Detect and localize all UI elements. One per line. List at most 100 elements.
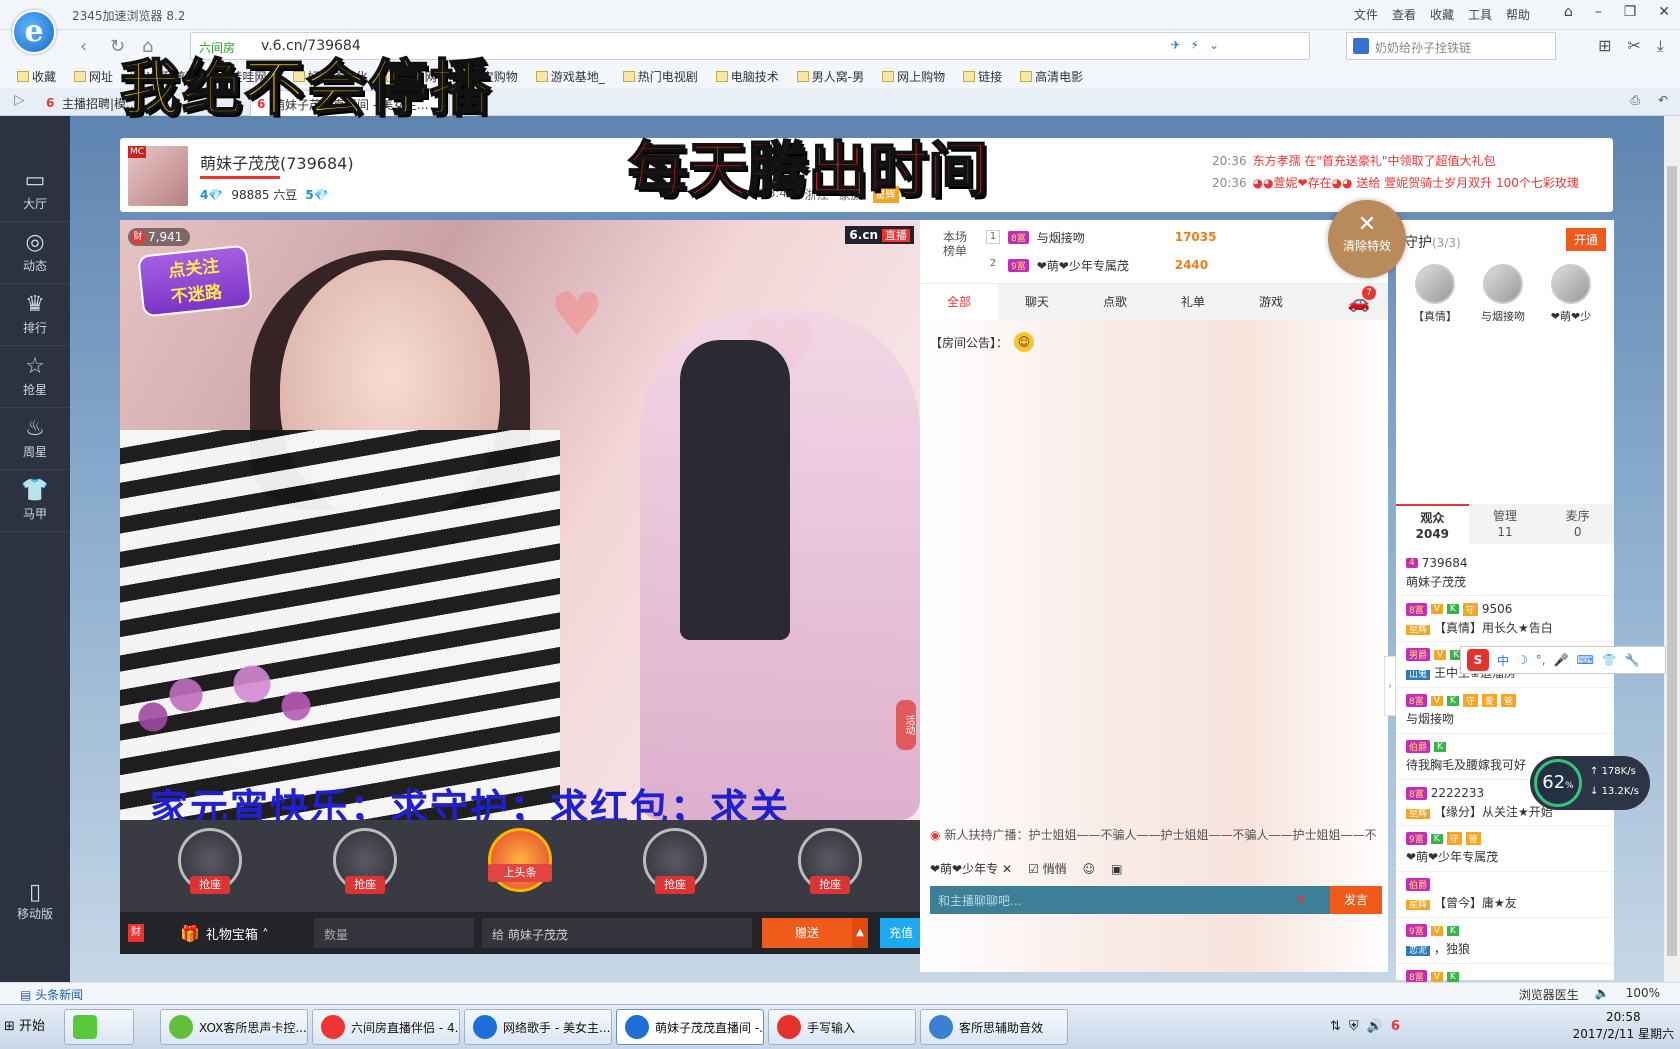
sogou-icon[interactable]: S	[1467, 649, 1489, 671]
send-gift-button[interactable]: 赠送	[762, 918, 852, 948]
download-icon[interactable]: ⤓	[1657, 36, 1664, 56]
taskbar-item[interactable]: 网络歌手 - 美女主...	[464, 1009, 612, 1045]
grab-seat-button[interactable]: 抢座	[655, 876, 695, 894]
start-button[interactable]: ⊞ 开始	[4, 1015, 45, 1034]
bookmark-item[interactable]: 游戏基地_	[527, 64, 614, 88]
wealth-icon[interactable]: 财	[128, 924, 144, 942]
rocket-icon[interactable]: ✈	[1170, 38, 1180, 52]
minimize-button[interactable]: –	[1595, 4, 1602, 20]
dropdown-icon[interactable]: ⌄	[1209, 38, 1219, 52]
sidebar-item[interactable]: ♨ 周星	[0, 408, 70, 470]
headline-seat[interactable]: 上头条	[470, 828, 570, 908]
chat-tab[interactable]: 游戏	[1232, 284, 1310, 320]
follow-button[interactable]: 点关注 不迷路	[137, 244, 253, 318]
taskbar-item[interactable]: 萌妹子茂茂直播间 -...	[616, 1009, 764, 1045]
sidebar-item[interactable]: ◎ 动态	[0, 222, 70, 284]
collapse-panel-button[interactable]: ›	[1384, 656, 1396, 716]
whisper-checkbox[interactable]: ☑ 悄悄	[1028, 860, 1067, 877]
grab-seat-button[interactable]: 抢座	[190, 876, 230, 894]
target-user[interactable]: ❤萌❤少年专 ✕	[930, 860, 1012, 877]
apps-icon[interactable]: ⊞	[1598, 36, 1611, 56]
news-item[interactable]: 20:36 ◕◕萱妮❤存在◕◕ 送给 萱妮贺骑士岁月双升 100个七彩玫瑰	[1212, 172, 1579, 194]
activity-tab[interactable]: 活动	[896, 700, 916, 750]
page-scrollbar[interactable]	[1664, 116, 1680, 982]
grab-seat-button[interactable]: 上头条	[488, 864, 552, 882]
bookmark-item[interactable]: 网上购物	[873, 64, 954, 88]
send-options-dropdown[interactable]: ▲	[852, 918, 868, 948]
sidebar-item[interactable]: ▭ 大厅	[0, 160, 70, 222]
guard-member[interactable]: 与烟接吻	[1478, 264, 1528, 324]
lightning-icon[interactable]: ⚡	[1191, 38, 1199, 52]
volume-icon[interactable]: 🔈	[1595, 986, 1610, 1003]
shield-icon[interactable]: ⛨	[1349, 1019, 1359, 1034]
sidebar-toggle-icon[interactable]: ▷	[14, 92, 25, 108]
moon-icon[interactable]: ☽	[1517, 653, 1528, 667]
taskbar-item[interactable]: 客所思辅助音效	[920, 1009, 1068, 1045]
video-player[interactable]: ♥ ♥ ♥ ♥ 财7,941 6.cn直播 点关注不迷路 活动 家元宵快乐；求守…	[120, 220, 920, 820]
rank-row[interactable]: 1 8富 与烟接吻 17035	[986, 224, 1286, 250]
network-icon[interactable]: ⇅	[1330, 1019, 1341, 1034]
image-icon[interactable]: ▣	[1111, 862, 1122, 876]
rank-row[interactable]: 2 9富 ❤萌❤少年专属茂 2440	[986, 252, 1286, 278]
menu-tools[interactable]: 工具	[1468, 6, 1492, 23]
chat-tab[interactable]: 聊天	[998, 284, 1076, 320]
zoom-level[interactable]: 100%	[1626, 986, 1660, 1003]
guard-member[interactable]: ❤萌❤少	[1546, 264, 1596, 324]
browser-doctor-button[interactable]: 浏览器医生	[1519, 986, 1579, 1003]
recharge-button[interactable]: 充值	[880, 918, 922, 948]
close-button[interactable]: ✕	[1658, 4, 1670, 20]
search-box[interactable]: 奶奶给孙子拴铁链	[1346, 32, 1556, 60]
search-input[interactable]: 奶奶给孙子拴铁链	[1375, 39, 1471, 56]
ime-chinese-mode[interactable]: 中	[1497, 652, 1509, 669]
clear-effects-button[interactable]: ✕ 清除特效	[1328, 200, 1406, 278]
bookmark-item[interactable]: 男人窝-男	[788, 64, 873, 88]
network-speed-widget[interactable]: 62% ↑ 178K/s ↓ 13.2K/s	[1530, 756, 1650, 810]
headline-news-link[interactable]: ▤ 头条新闻	[20, 986, 83, 1003]
scissors-icon[interactable]: ✂	[1628, 36, 1641, 56]
audience-item[interactable]: 9富 V K 恋泥 ，独狼	[1396, 918, 1614, 964]
ime-toolbar[interactable]: S 中 ☽ °, 🎤 ⌨ 👕 🔧	[1460, 646, 1666, 674]
menu-help[interactable]: 帮助	[1506, 6, 1530, 23]
emoji-icon[interactable]: ☺	[1083, 862, 1096, 876]
iqiyi-icon[interactable]	[64, 1009, 134, 1045]
microphone-icon[interactable]: 🎤	[1554, 653, 1569, 667]
scroll-thumb[interactable]	[1667, 166, 1677, 956]
audience-item[interactable]: 4 739684 萌妹子茂茂	[1396, 550, 1614, 596]
recipient-select[interactable]: 给 萌妹子茂茂	[482, 918, 752, 948]
audience-item[interactable]: 8富 V K 守爱管与烟接吻	[1396, 688, 1614, 734]
keyboard-icon[interactable]: ⌨	[1577, 653, 1594, 667]
car-icon[interactable]: 🚗 7	[1348, 286, 1376, 313]
menu-file[interactable]: 文件	[1354, 6, 1378, 23]
sidebar-item[interactable]: ☆ 抢星	[0, 346, 70, 408]
skin-icon[interactable]: ⌂	[1564, 4, 1573, 20]
undo-icon[interactable]: ↶	[1658, 93, 1668, 108]
bookmark-item[interactable]: 热门电视剧	[614, 64, 707, 88]
grab-seat-button[interactable]: 抢座	[345, 876, 385, 894]
mobile-version-button[interactable]: ▯ 移动版	[6, 880, 64, 922]
clock[interactable]: 20:58 2017/2/11 星期六	[1573, 1009, 1674, 1043]
anchor-avatar[interactable]: MC	[128, 146, 188, 206]
grab-seat[interactable]: 抢座	[315, 828, 415, 908]
menu-view[interactable]: 查看	[1392, 6, 1416, 23]
six-tray-icon[interactable]: 6	[1391, 1019, 1400, 1034]
news-item[interactable]: 20:36 东方孝孺 在"首充送豪礼"中领取了超值大礼包	[1212, 150, 1579, 172]
sidebar-item[interactable]: ♛ 排行	[0, 284, 70, 346]
taskbar-item[interactable]: 手写输入	[768, 1009, 916, 1045]
audience-item[interactable]: 伯爵 星辉 【曾今】庸★友	[1396, 872, 1614, 918]
rank-label[interactable]: 本场榜单	[940, 230, 970, 258]
quantity-input[interactable]: 数量	[314, 918, 474, 948]
back-arrow-icon[interactable]: ‹	[80, 36, 87, 57]
audience-item[interactable]: 8富 V K 守 9506 星辉 【真情】用长久★告白	[1396, 596, 1614, 642]
chat-tab[interactable]: 礼单	[1154, 284, 1232, 320]
audience-item[interactable]: 9富 K 守管 ❤萌❤少年专属茂	[1396, 826, 1614, 872]
grab-seat[interactable]: 抢座	[625, 828, 725, 908]
chat-input[interactable]: 和主播聊聊吧...	[930, 886, 1330, 914]
volume-tray-icon[interactable]: 🔊	[1367, 1019, 1383, 1034]
printer-icon[interactable]: ⎙	[1630, 93, 1640, 108]
bookmark-item[interactable]: 高清电影	[1011, 64, 1092, 88]
audience-tab[interactable]: 麦序 0	[1541, 504, 1614, 544]
sidebar-item[interactable]: 👕 马甲	[0, 470, 70, 532]
bookmark-item[interactable]: 电脑技术	[707, 64, 788, 88]
grab-seat-button[interactable]: 抢座	[810, 876, 850, 894]
open-guard-button[interactable]: 开通	[1565, 228, 1606, 251]
